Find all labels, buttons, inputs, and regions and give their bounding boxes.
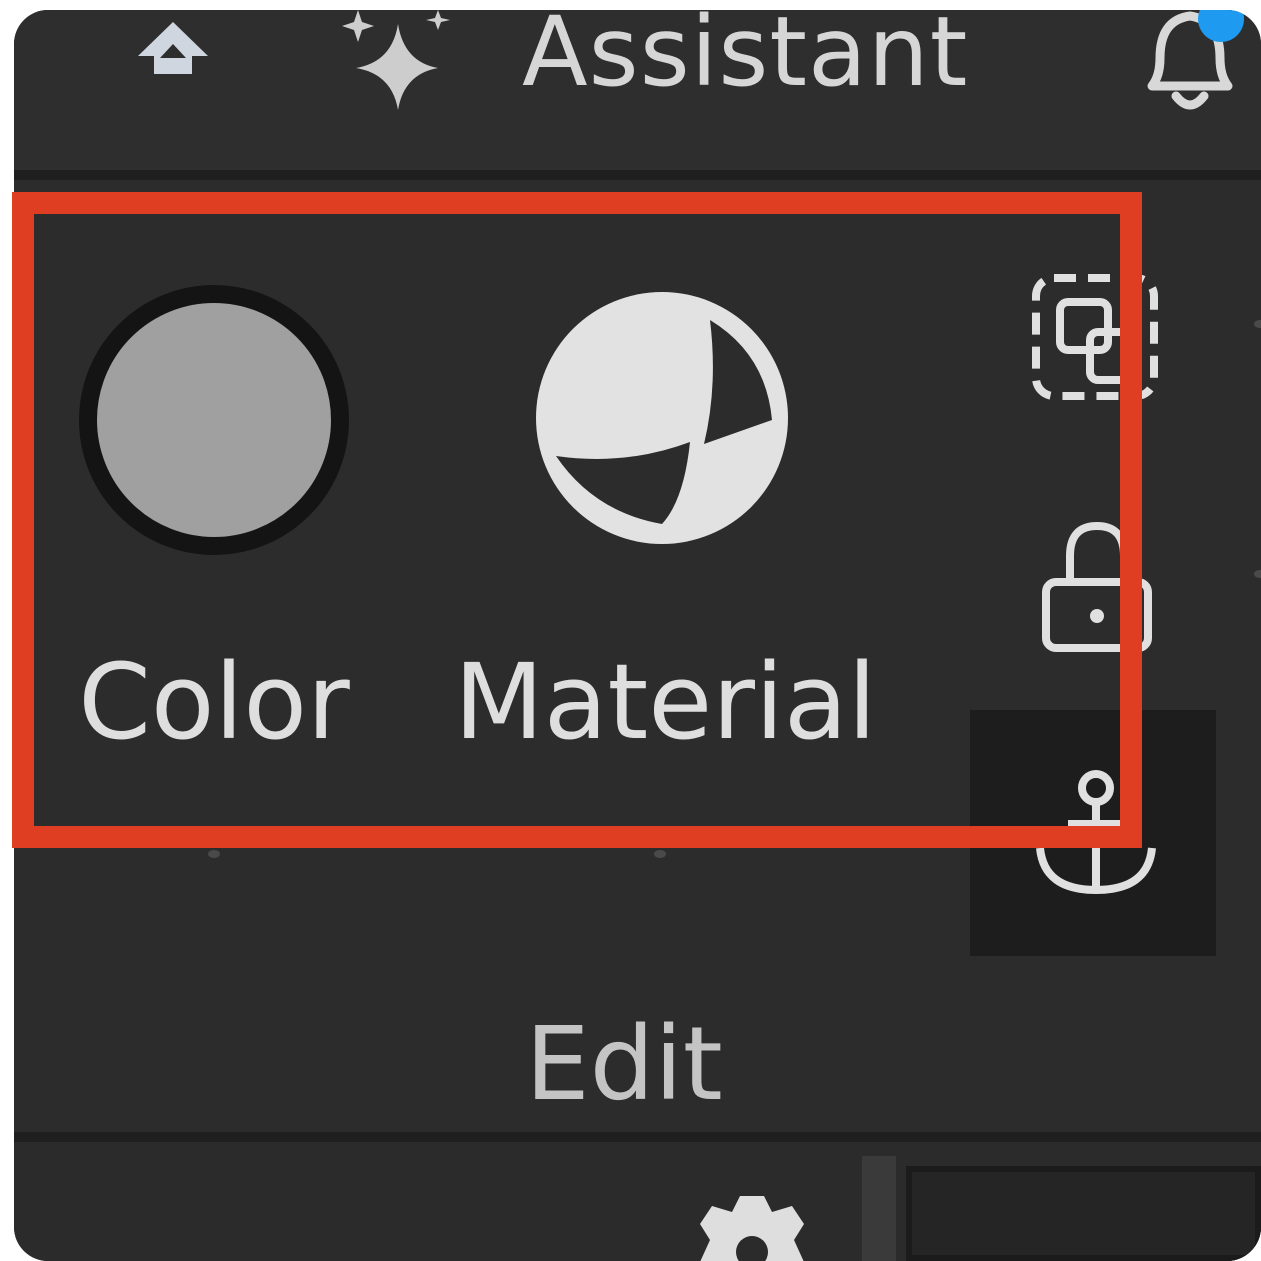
bottom-divider: [14, 1132, 1261, 1142]
edit-group-label: Edit: [525, 1005, 723, 1124]
material-label: Material: [454, 641, 877, 763]
sparkle-icon[interactable]: [332, 10, 472, 120]
app-window: Assistant Color Material Edit: [14, 10, 1261, 1261]
assistant-label[interactable]: Assistant: [522, 10, 968, 110]
toolbar-divider: [14, 170, 1261, 180]
anchor-button[interactable]: [970, 710, 1216, 956]
gear-icon[interactable]: [682, 1192, 822, 1261]
side-dot-top: [1254, 320, 1261, 328]
side-dot-bottom: [1254, 570, 1261, 578]
color-dropdown-indicator[interactable]: [208, 850, 220, 858]
color-swatch-icon: [79, 285, 349, 555]
color-button[interactable]: Color: [64, 270, 364, 754]
home-icon[interactable]: [130, 14, 216, 74]
anchor-icon: [1036, 770, 1156, 895]
material-icon: [536, 292, 788, 544]
material-dropdown-indicator[interactable]: [654, 850, 666, 858]
bottom-separator: [862, 1156, 896, 1261]
group-icon[interactable]: [1030, 272, 1166, 408]
lock-icon[interactable]: [1040, 518, 1154, 654]
material-button[interactable]: Material: [454, 270, 877, 754]
top-toolbar: Assistant: [14, 10, 1261, 170]
color-label: Color: [78, 641, 350, 763]
bottom-panel[interactable]: [906, 1166, 1261, 1261]
